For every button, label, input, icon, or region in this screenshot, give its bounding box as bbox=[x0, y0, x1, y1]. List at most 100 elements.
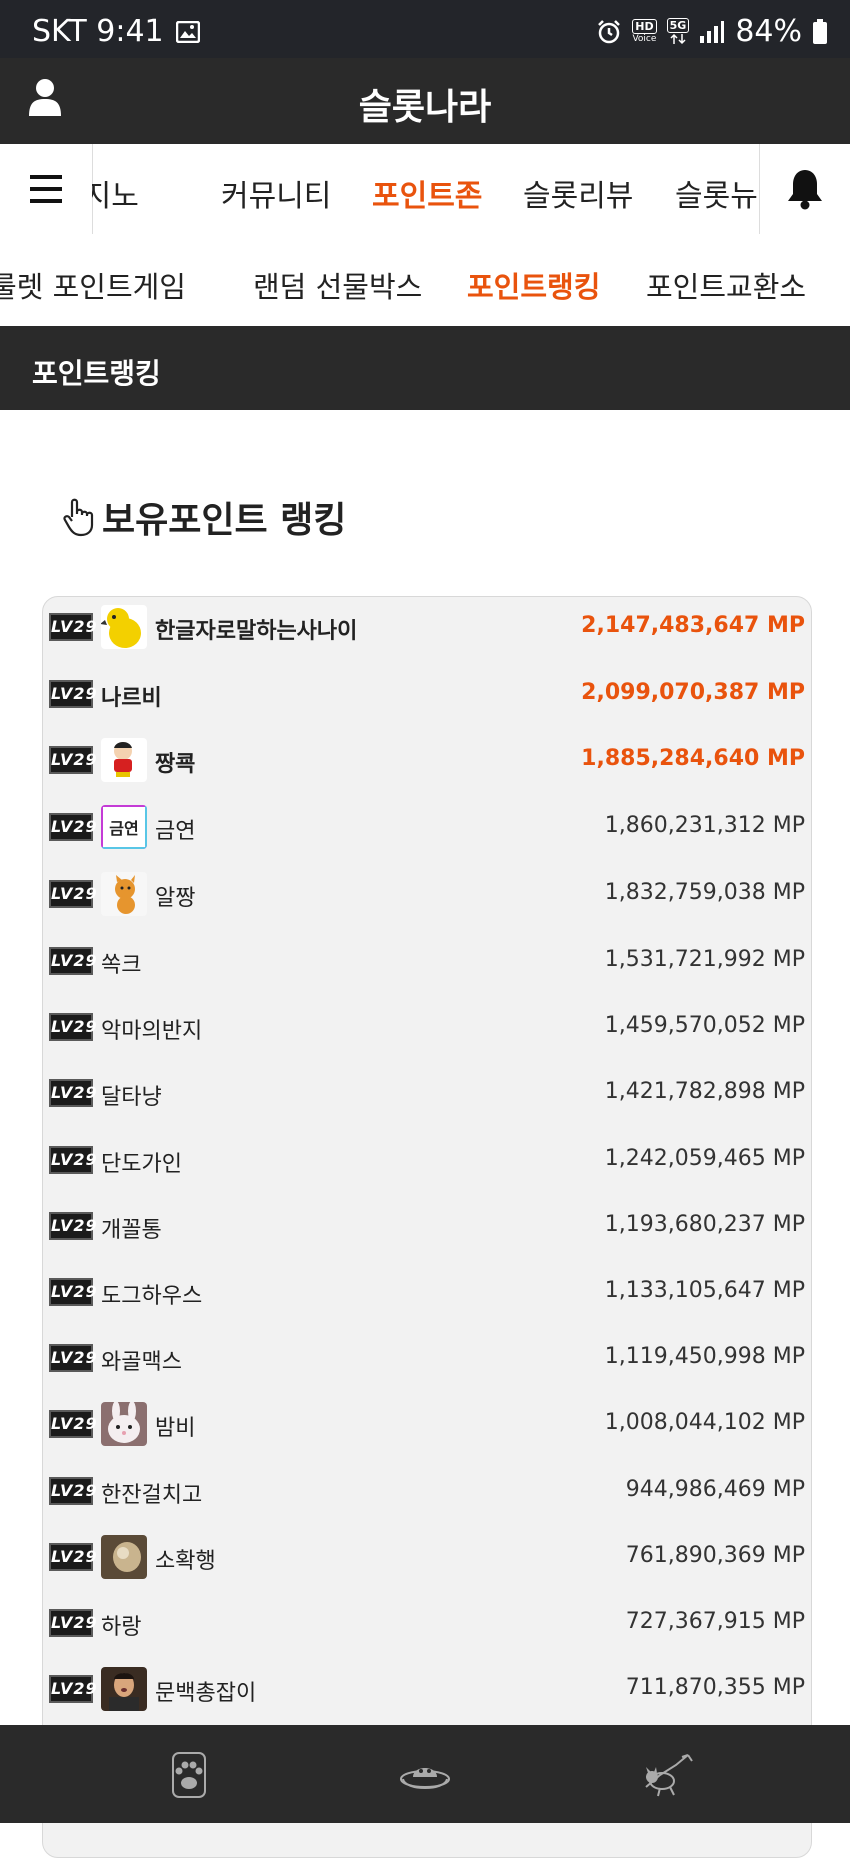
avatar bbox=[101, 605, 147, 649]
avatar bbox=[101, 1402, 147, 1446]
nickname: 쏙크 bbox=[101, 953, 142, 978]
nav-item-slot-review[interactable]: 슬롯리뷰 bbox=[523, 171, 633, 215]
ranking-row[interactable]: LV29 도그하우스 1,133,105,647 MP bbox=[47, 1265, 805, 1319]
bottom-nav-paw-button[interactable] bbox=[161, 1747, 217, 1803]
level-badge: LV29 bbox=[49, 1212, 97, 1240]
subnav-point-ranking[interactable]: 포인트랭킹 bbox=[467, 264, 600, 306]
ranking-row[interactable]: LV29 단도가인 1,242,059,465 MP bbox=[47, 1133, 805, 1187]
sub-nav: 룰렛 포인트게임 랜덤 선물박스 포인트랭킹 포인트교환소 bbox=[0, 234, 850, 326]
hamburger-menu-button[interactable] bbox=[0, 144, 93, 234]
nickname: 하랑 bbox=[101, 1615, 142, 1640]
alarm-icon bbox=[598, 19, 621, 43]
main-nav-track: 카지노 커뮤니티 포인트존 슬롯리뷰 슬롯뉴스 bbox=[92, 144, 760, 234]
level-badge: LV29 bbox=[49, 1609, 97, 1637]
nav-item-pointzone[interactable]: 포인트존 bbox=[372, 171, 482, 215]
avatar bbox=[101, 738, 147, 782]
points-value: 1,421,782,898 MP bbox=[604, 1079, 805, 1104]
points-value: 2,147,483,647 MP bbox=[581, 613, 805, 638]
hd-label: HD bbox=[632, 19, 657, 34]
battery-icon bbox=[813, 18, 827, 44]
avatar: 금연 bbox=[101, 805, 147, 849]
ranking-row[interactable]: LV29 알짱 1,832,759,038 MP bbox=[47, 867, 805, 921]
bottom-nav-bowl-button[interactable] bbox=[397, 1747, 453, 1803]
nickname: 소확행 bbox=[155, 1549, 216, 1574]
main-nav: 카지노 커뮤니티 포인트존 슬롯리뷰 슬롯뉴스 bbox=[0, 144, 850, 237]
level-badge: LV29 bbox=[49, 1013, 97, 1041]
ranking-row[interactable]: LV29 소확행 761,890,369 MP bbox=[47, 1530, 805, 1584]
gallery-icon bbox=[175, 20, 200, 43]
bowl-icon bbox=[400, 1768, 450, 1789]
nickname: 달타냥 bbox=[101, 1085, 162, 1110]
points-value: 1,885,284,640 MP bbox=[581, 746, 805, 771]
section-title: 보유포인트 랭킹 bbox=[62, 494, 347, 541]
battery-percent: 84% bbox=[735, 14, 802, 49]
yellow-bird-avatar-icon bbox=[101, 605, 147, 649]
site-title[interactable]: 슬롯나라 bbox=[0, 78, 850, 130]
nickname: 알짱 bbox=[155, 886, 196, 911]
points-value: 1,242,059,465 MP bbox=[604, 1146, 805, 1171]
bell-icon bbox=[788, 170, 822, 210]
ranking-row[interactable]: LV29 달타냥 1,421,782,898 MP bbox=[47, 1066, 805, 1120]
ranking-row[interactable]: LV29 쏙크 1,531,721,992 MP bbox=[47, 934, 805, 988]
level-badge: LV29 bbox=[49, 880, 97, 908]
hamburger-icon bbox=[30, 175, 62, 179]
nickname: 한잔걸치고 bbox=[101, 1483, 203, 1508]
subnav-random-gift[interactable]: 랜덤 선물박스 bbox=[253, 264, 422, 306]
level-badge: LV29 bbox=[49, 1146, 97, 1174]
ranking-row[interactable]: LV29 문백총잡이 711,870,355 MP bbox=[47, 1662, 805, 1716]
orange-cat-avatar-icon bbox=[101, 872, 147, 916]
nickname: 금연 bbox=[155, 819, 196, 844]
ranking-row[interactable]: LV29 개꼴통 1,193,680,237 MP bbox=[47, 1199, 805, 1253]
pointing-hand-icon bbox=[63, 498, 94, 537]
ranking-list: LV29 한글자로말하는사나이 2,147,483,647 MP LV29 나르… bbox=[42, 596, 812, 1858]
points-value: 1,832,759,038 MP bbox=[604, 880, 805, 905]
points-value: 761,890,369 MP bbox=[625, 1543, 805, 1568]
level-badge: LV29 bbox=[49, 746, 97, 774]
ranking-row[interactable]: LV29 밤비 1,008,044,102 MP bbox=[47, 1397, 805, 1451]
bottom-nav-cat-button[interactable] bbox=[640, 1747, 696, 1803]
points-value: 1,860,231,312 MP bbox=[604, 813, 805, 838]
level-badge: LV29 bbox=[49, 1543, 97, 1571]
ranking-row[interactable]: LV29 금연 금연 1,860,231,312 MP bbox=[47, 800, 805, 854]
nav-item-community[interactable]: 커뮤니티 bbox=[221, 171, 331, 215]
data-arrows-icon bbox=[670, 33, 686, 45]
ranking-row[interactable]: LV29 한글자로말하는사나이 2,147,483,647 MP bbox=[47, 600, 805, 654]
points-value: 711,870,355 MP bbox=[625, 1675, 805, 1700]
white-rabbit-avatar-icon bbox=[101, 1402, 147, 1446]
network-label: 5G bbox=[666, 18, 690, 33]
ranking-row[interactable]: LV29 와골맥스 1,119,450,998 MP bbox=[47, 1331, 805, 1385]
level-badge: LV29 bbox=[49, 1675, 97, 1703]
avatar bbox=[101, 872, 147, 916]
signal-icon bbox=[700, 20, 725, 43]
ranking-row[interactable]: LV29 하랑 727,367,915 MP bbox=[47, 1596, 805, 1650]
ranking-row[interactable]: LV29 한잔걸치고 944,986,469 MP bbox=[47, 1464, 805, 1518]
level-badge: LV29 bbox=[49, 1410, 97, 1438]
level-badge: LV29 bbox=[49, 1278, 97, 1306]
ranking-row[interactable]: LV29 나르비 2,099,070,387 MP bbox=[47, 667, 805, 721]
nav-item-slot-news[interactable]: 슬롯뉴스 bbox=[675, 171, 760, 215]
nickname: 문백총잡이 bbox=[155, 1681, 257, 1706]
status-bar: SKT 9:41 HD Voice 5G 84% bbox=[0, 0, 850, 58]
nickname: 악마의반지 bbox=[101, 1019, 203, 1044]
nickname: 밤비 bbox=[155, 1416, 196, 1441]
carrier-time: SKT 9:41 bbox=[32, 14, 164, 49]
nickname: 단도가인 bbox=[101, 1152, 182, 1177]
notification-button[interactable] bbox=[759, 144, 850, 234]
level-badge: LV29 bbox=[49, 613, 97, 641]
app-header: 슬롯나라 bbox=[0, 58, 850, 144]
nickname: 한글자로말하는사나이 bbox=[155, 619, 358, 644]
section-title-text: 보유포인트 랭킹 bbox=[102, 500, 347, 541]
points-value: 2,099,070,387 MP bbox=[581, 680, 805, 705]
page-title: 포인트랭킹 bbox=[32, 357, 161, 390]
subnav-roulette[interactable]: 룰렛 포인트게임 bbox=[0, 264, 186, 306]
nickname: 와골맥스 bbox=[101, 1350, 182, 1375]
ranking-row[interactable]: LV29 악마의반지 1,459,570,052 MP bbox=[47, 1000, 805, 1054]
voice-label: Voice bbox=[632, 34, 657, 44]
nav-item-casino[interactable]: 카지노 bbox=[92, 171, 139, 215]
nickname: 나르비 bbox=[101, 686, 162, 711]
ranking-row[interactable]: LV29 짱쿅 1,885,284,640 MP bbox=[47, 733, 805, 787]
subnav-point-exchange[interactable]: 포인트교환소 bbox=[646, 264, 806, 306]
nickname: 짱쿅 bbox=[155, 752, 196, 777]
page-header: 포인트랭킹 bbox=[0, 326, 850, 410]
cat-icon bbox=[645, 1754, 693, 1797]
